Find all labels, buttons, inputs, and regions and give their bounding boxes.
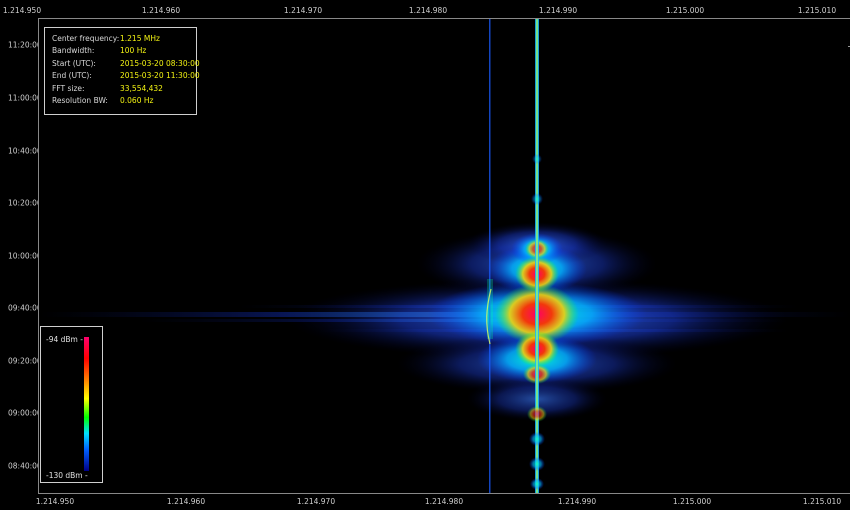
info-key: End (UTC):: [52, 71, 92, 81]
info-value: 0.060 Hz: [120, 96, 154, 106]
x-tick-bottom-5: 1.214.990: [557, 497, 597, 506]
info-key: FFT size:: [52, 83, 85, 93]
x-tick-top-2: 1.214.960: [141, 6, 181, 15]
y-tick-7: 09:20:00: [8, 356, 42, 366]
x-tick-top-5: 1.214.990: [538, 6, 578, 15]
x-tick-bottom-7: 1.215.010: [802, 497, 842, 506]
info-key: Bandwidth:: [52, 46, 95, 56]
x-tick-top-4: 1.214.980: [408, 6, 448, 15]
color-scale-legend: -94 dBm - -130 dBm -: [40, 326, 103, 483]
info-row-start: Start (UTC): 2015-03-20 08:30:00: [52, 58, 200, 70]
y-tick-5: 10:00:00: [8, 251, 42, 261]
legend-max-label: -94 dBm -: [46, 335, 83, 344]
y-tick-8: 09:00:00: [8, 408, 42, 418]
info-row-bandwidth: Bandwidth: 100 Hz: [52, 45, 189, 57]
info-panel: Center frequency: 1.215 MHz Bandwidth: 1…: [44, 27, 200, 115]
info-value: 2015-03-20 08:30:00: [120, 58, 200, 68]
x-tick-top-6: 1.215.000: [665, 6, 705, 15]
y-tick-6: 09:40:00: [8, 303, 42, 313]
x-tick-bottom-1: 1.214.950: [35, 497, 75, 506]
x-tick-top-3: 1.214.970: [283, 6, 323, 15]
info-row-fft-size: FFT size: 33,554,432: [52, 83, 189, 95]
x-tick-top-1: 1.214.950: [2, 6, 42, 15]
info-key: Start (UTC):: [52, 58, 96, 68]
info-key: Center frequency:: [52, 34, 120, 43]
info-row-center-frequency: Center frequency: 1.215 MHz: [52, 33, 189, 45]
spectrogram-window: 1.214.950 1.214.960 1.214.970 1.214.980 …: [0, 0, 850, 510]
x-tick-bottom-6: 1.215.000: [672, 497, 712, 506]
x-tick-bottom-3: 1.214.970: [296, 497, 336, 506]
y-tick-1: 11:20:00: [8, 40, 42, 50]
info-row-end: End (UTC): 2015-03-20 11:30:00: [52, 70, 200, 82]
y-tick-3: 10:40:00: [8, 146, 42, 156]
info-value: 100 Hz: [120, 46, 147, 56]
y-tick-4: 10:20:00: [8, 198, 42, 208]
info-value: 2015-03-20 11:30:00: [120, 71, 200, 81]
legend-min-label: -130 dBm -: [46, 471, 88, 480]
y-tick-2: 11:00:00: [8, 93, 42, 103]
y-tick-9: 08:40:00: [8, 461, 42, 471]
x-tick-top-7: 1.215.010: [797, 6, 837, 15]
x-tick-bottom-2: 1.214.960: [166, 497, 206, 506]
info-value: 1.215 MHz: [120, 34, 160, 43]
x-tick-bottom-4: 1.214.980: [424, 497, 464, 506]
info-row-resolution-bw: Resolution BW: 0.060 Hz: [52, 95, 189, 107]
info-key: Resolution BW:: [52, 96, 108, 106]
color-scale-bar: [84, 337, 89, 471]
info-value: 33,554,432: [120, 83, 163, 93]
